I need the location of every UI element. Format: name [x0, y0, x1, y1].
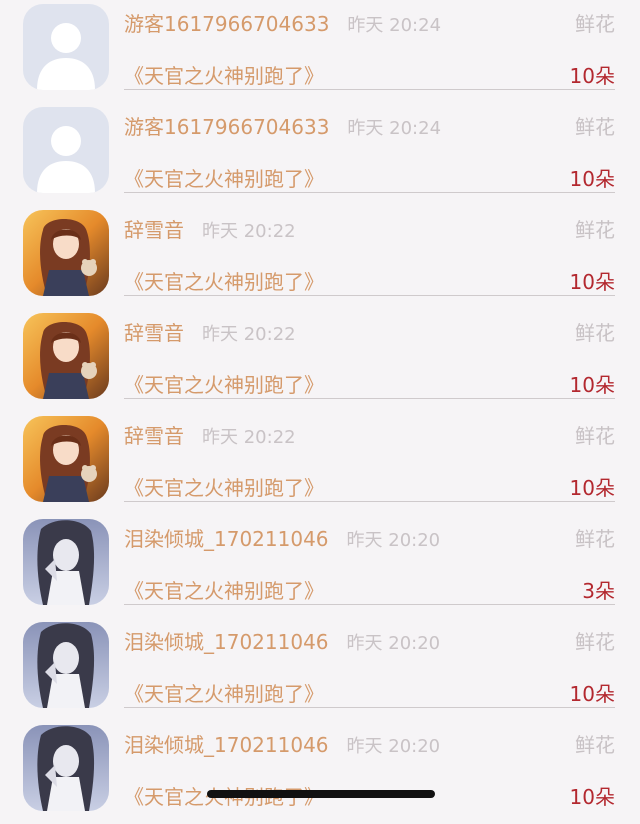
user-name-text[interactable]: 泪染倾城_170211046 [124, 729, 329, 758]
user-name[interactable]: 游客1617966704633 昨天 20:24 [124, 111, 441, 140]
gift-type: 鲜花 [575, 218, 615, 242]
book-title[interactable]: 《天官之火神别跑了》 [124, 472, 324, 501]
user-name[interactable]: 泪染倾城_170211046 昨天 20:20 [124, 729, 440, 758]
row-divider [124, 192, 615, 193]
timestamp: 昨天 20:20 [346, 530, 441, 551]
sketch-girl-avatar[interactable] [23, 725, 109, 811]
timestamp: 昨天 20:22 [202, 221, 296, 242]
timestamp: 昨天 20:22 [202, 324, 296, 345]
gift-type: 鲜花 [575, 321, 615, 345]
book-title[interactable]: 《天官之火神别跑了》 [124, 575, 324, 604]
user-name[interactable]: 泪染倾城_170211046 昨天 20:20 [124, 626, 440, 655]
user-name-text[interactable]: 辞雪音 [124, 420, 184, 449]
list-item[interactable]: 辞雪音 昨天 20:22 鲜花 《天官之火神别跑了》 10朵 [0, 206, 640, 309]
book-title[interactable]: 《天官之火神别跑了》 [124, 163, 324, 192]
sketch-girl-avatar[interactable] [23, 519, 109, 605]
anime-girl-avatar[interactable] [23, 210, 109, 296]
timestamp: 昨天 20:24 [347, 118, 442, 139]
timestamp: 昨天 20:20 [346, 736, 441, 757]
row-divider [124, 501, 615, 502]
home-indicator[interactable] [207, 790, 435, 798]
book-title[interactable]: 《天官之火神别跑了》 [124, 60, 324, 89]
gift-amount: 10朵 [569, 476, 615, 500]
gift-amount: 10朵 [569, 785, 615, 809]
timestamp: 昨天 20:20 [346, 633, 441, 654]
anime-girl-avatar[interactable] [23, 313, 109, 399]
book-title[interactable]: 《天官之火神别跑了》 [124, 678, 324, 707]
gift-type: 鲜花 [575, 630, 615, 654]
row-divider [124, 707, 615, 708]
gift-type: 鲜花 [575, 733, 615, 757]
anime-girl-avatar[interactable] [23, 416, 109, 502]
user-name-text[interactable]: 泪染倾城_170211046 [124, 523, 329, 552]
gift-amount: 10朵 [569, 167, 615, 191]
list-item[interactable]: 辞雪音 昨天 20:22 鲜花 《天官之火神别跑了》 10朵 [0, 309, 640, 412]
user-name-text[interactable]: 辞雪音 [124, 317, 184, 346]
user-name[interactable]: 辞雪音 昨天 20:22 [124, 420, 296, 449]
user-name[interactable]: 辞雪音 昨天 20:22 [124, 317, 296, 346]
row-divider [124, 295, 615, 296]
sketch-girl-avatar[interactable] [23, 622, 109, 708]
gift-amount: 3朵 [582, 579, 615, 603]
list-item[interactable]: 游客1617966704633 昨天 20:24 鲜花 《天官之火神别跑了》 10… [0, 103, 640, 206]
user-name-text[interactable]: 游客1617966704633 [124, 8, 329, 37]
list-item[interactable]: 游客1617966704633 昨天 20:24 鲜花 《天官之火神别跑了》 10… [0, 0, 640, 103]
book-title[interactable]: 《天官之火神别跑了》 [124, 369, 324, 398]
user-name-text[interactable]: 游客1617966704633 [124, 111, 329, 140]
gift-type: 鲜花 [575, 115, 615, 139]
gift-amount: 10朵 [569, 373, 615, 397]
row-divider [124, 604, 615, 605]
gift-type: 鲜花 [575, 424, 615, 448]
guest-avatar-icon[interactable] [23, 107, 109, 193]
timestamp: 昨天 20:22 [202, 427, 296, 448]
gift-amount: 10朵 [569, 64, 615, 88]
gift-amount: 10朵 [569, 682, 615, 706]
list-item[interactable]: 辞雪音 昨天 20:22 鲜花 《天官之火神别跑了》 10朵 [0, 412, 640, 515]
user-name-text[interactable]: 辞雪音 [124, 214, 184, 243]
row-divider [124, 398, 615, 399]
user-name[interactable]: 游客1617966704633 昨天 20:24 [124, 8, 441, 37]
list-item[interactable]: 泪染倾城_170211046 昨天 20:20 鲜花 《天官之火神别跑了》 3朵 [0, 515, 640, 618]
guest-avatar-icon[interactable] [23, 4, 109, 90]
book-title[interactable]: 《天官之火神别跑了》 [124, 266, 324, 295]
row-divider [124, 89, 615, 90]
list-item[interactable]: 泪染倾城_170211046 昨天 20:20 鲜花 《天官之火神别跑了》 10朵 [0, 618, 640, 721]
gift-type: 鲜花 [575, 527, 615, 551]
user-name-text[interactable]: 泪染倾城_170211046 [124, 626, 329, 655]
list-item[interactable]: 泪染倾城_170211046昨天 20:20 鲜花 《天官之火神别跑了》 10朵 [0, 721, 640, 824]
user-name[interactable]: 辞雪音 昨天 20:22 [124, 214, 296, 243]
gift-type: 鲜花 [575, 12, 615, 36]
gift-amount: 10朵 [569, 270, 615, 294]
timestamp: 昨天 20:24 [347, 15, 442, 36]
user-name[interactable]: 泪染倾城_170211046 昨天 20:20 [124, 523, 440, 552]
